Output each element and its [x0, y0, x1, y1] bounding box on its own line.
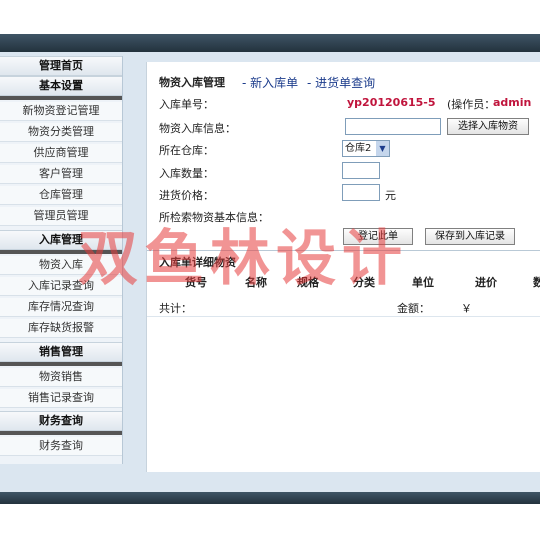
sidebar-divider — [0, 431, 122, 435]
search-info-label: 所检索物资基本信息： — [159, 211, 269, 224]
sidebar-divider — [0, 96, 122, 100]
link-order-query[interactable]: - 进货单查询 — [307, 74, 375, 91]
price-input[interactable] — [342, 184, 380, 201]
sidebar-item-admin[interactable]: 管理员管理 — [0, 207, 122, 226]
warehouse-select[interactable]: 仓库2 ▼ — [342, 140, 390, 157]
page-title: 物资入库管理 — [159, 76, 225, 89]
col-item-no: 货号 — [185, 276, 207, 289]
amount-label: 金额： — [397, 302, 430, 315]
chevron-down-icon[interactable]: ▼ — [376, 141, 389, 156]
col-category: 分类 — [353, 276, 375, 289]
sidebar-item-category[interactable]: 物资分类管理 — [0, 123, 122, 142]
choose-material-button[interactable]: 选择入库物资 — [447, 118, 529, 135]
sidebar-section-finance[interactable]: 财务查询 — [0, 411, 122, 431]
sidebar-item-shortage-alert[interactable]: 库存缺货报警 — [0, 319, 122, 338]
register-button[interactable]: 登记此单 — [343, 228, 413, 245]
sidebar-item-customer[interactable]: 客户管理 — [0, 165, 122, 184]
divider — [147, 316, 540, 317]
warehouse-select-value: 仓库2 — [345, 143, 372, 154]
sidebar-item-inventory[interactable]: 库存情况查询 — [0, 298, 122, 317]
sidebar-section-sales[interactable]: 销售管理 — [0, 342, 122, 362]
save-record-button[interactable]: 保存到入库记录 — [425, 228, 515, 245]
total-label: 共计： — [159, 302, 192, 315]
link-new-order[interactable]: - 新入库单 — [242, 74, 298, 91]
yuan-label: 元 — [385, 189, 396, 202]
sidebar-divider — [0, 362, 122, 366]
material-info-input[interactable] — [345, 118, 441, 135]
sidebar-section-basic[interactable]: 基本设置 — [0, 76, 122, 96]
top-bar — [0, 34, 540, 52]
sidebar-item-instock[interactable]: 物资入库 — [0, 256, 122, 275]
sidebar-item-sales-records[interactable]: 销售记录查询 — [0, 389, 122, 408]
order-no-label: 入库单号： — [159, 98, 214, 111]
col-name: 名称 — [245, 276, 267, 289]
col-unit: 单位 — [412, 276, 434, 289]
operator-prefix: (操作员： — [447, 98, 496, 111]
sidebar-item-warehouse[interactable]: 仓库管理 — [0, 186, 122, 205]
col-spec: 规格 — [297, 276, 319, 289]
main-panel: 物资入库管理 - 新入库单 - 进货单查询 入库单号： yp20120615-5… — [146, 62, 540, 472]
warehouse-label: 所在仓库： — [159, 144, 214, 157]
sidebar-item-new-material[interactable]: 新物资登记管理 — [0, 102, 122, 121]
sidebar-item-instock-records[interactable]: 入库记录查询 — [0, 277, 122, 296]
col-price: 进价 — [475, 276, 497, 289]
bottom-bar — [0, 492, 540, 504]
material-info-label: 物资入库信息： — [159, 122, 236, 135]
divider — [147, 250, 540, 251]
sidebar-item-sales[interactable]: 物资销售 — [0, 368, 122, 387]
sidebar-divider — [0, 250, 122, 254]
sidebar-item-finance[interactable]: 财务查询 — [0, 437, 122, 456]
sidebar-item-supplier[interactable]: 供应商管理 — [0, 144, 122, 163]
col-qty: 数 — [533, 276, 540, 289]
order-no-value: yp20120615-5 — [347, 96, 436, 109]
currency-symbol: ￥ — [461, 302, 472, 315]
qty-input[interactable] — [342, 162, 380, 179]
operator-value: admin — [493, 96, 532, 109]
qty-label: 入库数量： — [159, 167, 214, 180]
detail-title: 入库单详细物资 — [159, 256, 236, 269]
sidebar: 管理首页 基本设置 新物资登记管理 物资分类管理 供应商管理 客户管理 仓库管理… — [0, 56, 123, 464]
sidebar-section-instock[interactable]: 入库管理 — [0, 230, 122, 250]
price-label: 进货价格： — [159, 189, 214, 202]
sidebar-section-home[interactable]: 管理首页 — [0, 56, 122, 76]
